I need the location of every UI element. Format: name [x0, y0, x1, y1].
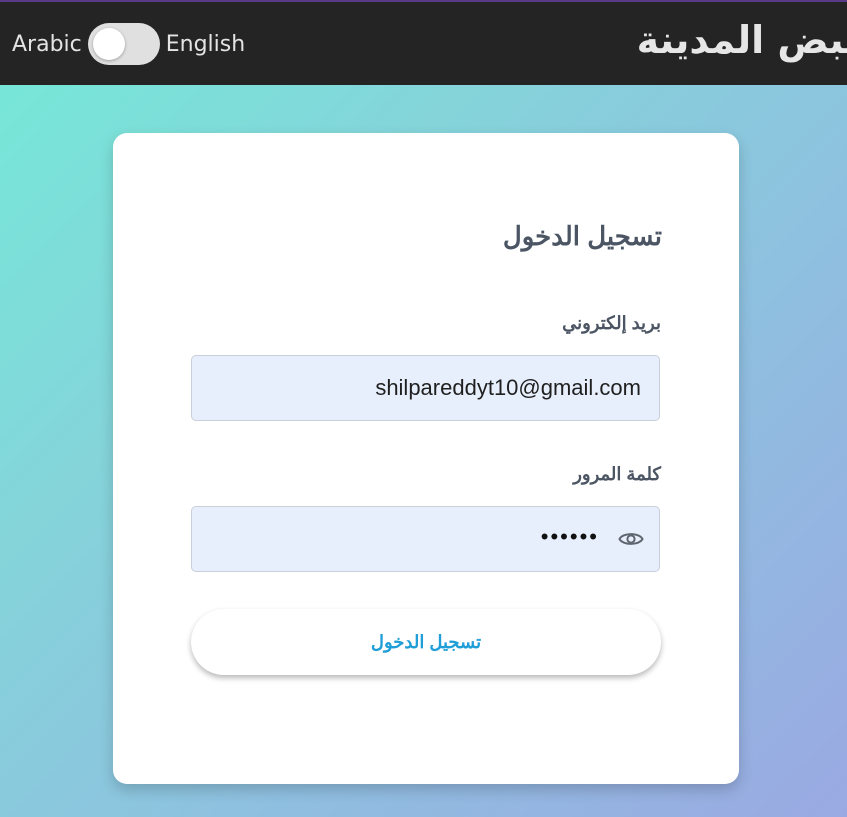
login-title: تسجيل الدخول — [502, 221, 662, 251]
language-switch[interactable] — [87, 23, 160, 65]
password-label: كلمة المرور — [573, 464, 661, 484]
login-card: تسجيل الدخول بريد إلكتروني shilpareddyt1… — [113, 133, 739, 784]
brand-title: نبض المدينة — [636, 18, 847, 62]
login-button[interactable]: تسجيل الدخول — [191, 609, 661, 675]
email-label: بريد إلكتروني — [562, 313, 661, 333]
top-header-bar: Arabic English نبض المدينة — [0, 0, 847, 85]
brand-container: نبض المدينة — [600, 2, 847, 87]
language-option-english[interactable]: English — [166, 32, 245, 57]
password-value[interactable]: •••••• — [541, 524, 599, 550]
email-field[interactable]: shilpareddyt10@gmail.com — [191, 355, 660, 421]
eye-icon[interactable] — [618, 528, 644, 550]
language-toggle: Arabic English — [12, 22, 245, 66]
switch-knob[interactable] — [92, 28, 125, 60]
password-field[interactable]: •••••• — [191, 506, 660, 572]
email-value[interactable]: shilpareddyt10@gmail.com — [375, 375, 641, 401]
language-option-arabic[interactable]: Arabic — [12, 32, 82, 57]
